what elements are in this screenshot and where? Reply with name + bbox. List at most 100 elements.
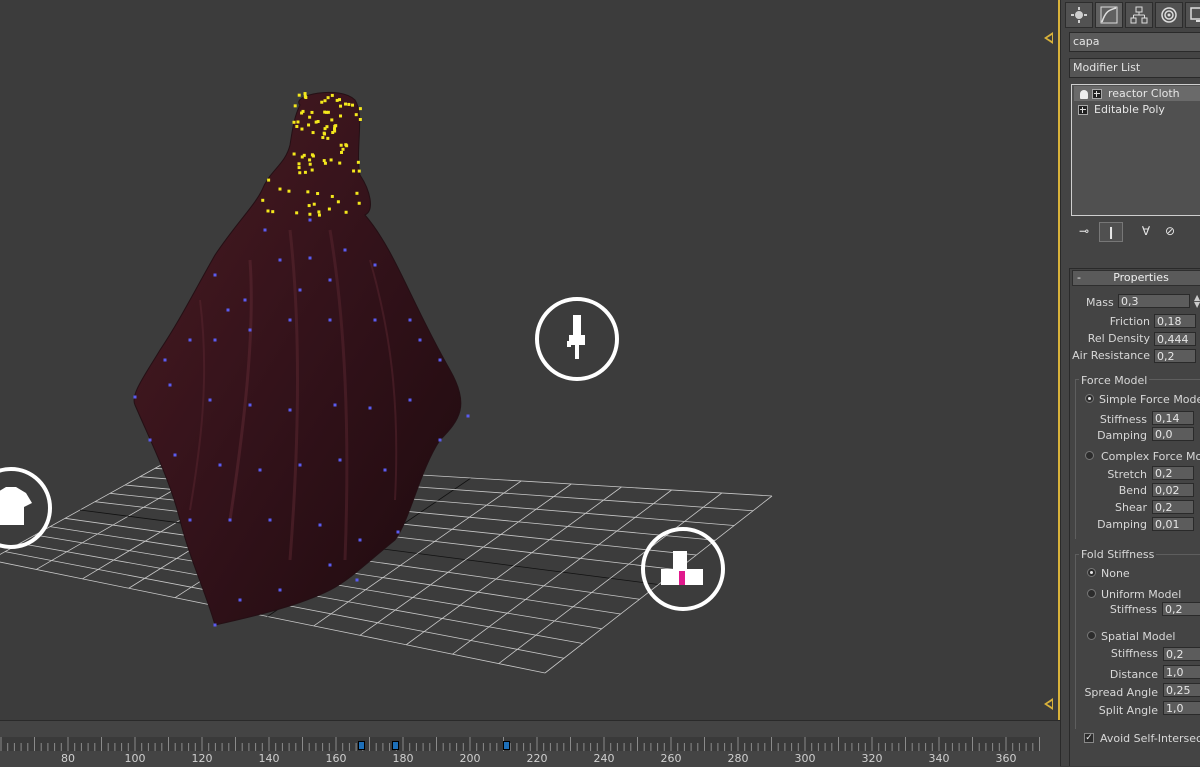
command-panel: capa Modifier List reactor Cloth Editabl…	[1060, 0, 1200, 766]
tab-create[interactable]	[1065, 2, 1093, 28]
bend-label: Bend	[1118, 484, 1147, 497]
distance-label: Distance	[1109, 668, 1158, 681]
tab-motion[interactable]	[1155, 2, 1183, 28]
timeline-label: 240	[593, 752, 615, 765]
mass-label: Mass	[1086, 296, 1114, 309]
stack-item-editable-poly[interactable]: Editable Poly	[1074, 102, 1165, 117]
command-panel-tabs	[1065, 2, 1200, 28]
timeline-ticks	[0, 737, 1040, 751]
split-angle-field[interactable]: 1,0	[1163, 701, 1200, 715]
force-model-title: Force Model	[1079, 374, 1150, 387]
spatial-stiffness-field[interactable]: 0,2	[1163, 647, 1200, 661]
friction-field[interactable]: 0,18	[1154, 314, 1196, 328]
timeline-label: 160	[325, 752, 347, 765]
complex-force-model-radio[interactable]	[1085, 451, 1094, 460]
spatial-model-radio[interactable]	[1087, 631, 1096, 640]
spatial-stiffness-label: Stiffness	[1110, 647, 1158, 660]
stack-item-reactor-cloth[interactable]: reactor Cloth	[1074, 86, 1200, 101]
modifier-stack: reactor Cloth Editable Poly	[1071, 84, 1200, 216]
properties-rollout: - Properties Mass 0,3 ▲ ▼ Friction 0,18 R…	[1069, 268, 1200, 766]
timeline-label: 220	[526, 752, 548, 765]
stack-item-label: reactor Cloth	[1108, 87, 1180, 100]
air-resistance-field[interactable]: 0,2	[1154, 349, 1196, 363]
simple-force-model-radio[interactable]	[1085, 394, 1094, 403]
split-angle-label: Split Angle	[1098, 704, 1158, 717]
motion-icon	[1161, 7, 1177, 23]
timeline-label: 300	[794, 752, 816, 765]
pin-stack-icon[interactable]: ⊸	[1073, 222, 1095, 240]
spatial-model-label[interactable]: Spatial Model	[1101, 630, 1175, 643]
fold-none-radio[interactable]	[1087, 568, 1096, 577]
hierarchy-icon	[1130, 6, 1148, 24]
track-bar[interactable]: 80 100 120 140 160 180 200 220 240 260 280 300 320 34…	[0, 720, 1060, 767]
stack-toolbar: ⊸ ❙ ∀ ⊘	[1073, 222, 1200, 242]
air-resistance-label: Air Resistance	[1072, 349, 1150, 362]
expand-icon[interactable]	[1078, 105, 1088, 115]
damping-field[interactable]: 0,0	[1152, 427, 1194, 441]
spread-angle-field[interactable]: 0,25	[1163, 683, 1200, 697]
stiffness-field[interactable]: 0,14	[1152, 411, 1194, 425]
tab-display[interactable]	[1185, 2, 1200, 28]
object-name-field[interactable]: capa	[1069, 32, 1200, 52]
timeline-label: 180	[392, 752, 414, 765]
uniform-model-label[interactable]: Uniform Model	[1101, 588, 1181, 601]
fold-none-label[interactable]: None	[1101, 567, 1130, 580]
make-unique-icon[interactable]: ∀	[1135, 222, 1157, 240]
timeline-label: 200	[459, 752, 481, 765]
timeline-label: 260	[660, 752, 682, 765]
rigid-body-collection-icon[interactable]	[641, 527, 725, 611]
mass-field[interactable]: 0,3	[1118, 294, 1190, 308]
avoid-self-intersections-checkbox[interactable]: ✓	[1084, 733, 1094, 743]
rel-density-label: Rel Density	[1087, 332, 1150, 345]
modifier-list-dropdown[interactable]: Modifier List	[1069, 58, 1200, 78]
timeline-label: 280	[727, 752, 749, 765]
constraint-helper-icon[interactable]	[535, 297, 619, 381]
stretch-label: Stretch	[1107, 468, 1147, 481]
uniform-stiffness-field[interactable]: 0,2	[1162, 602, 1200, 616]
display-monitor-icon	[1190, 7, 1200, 22]
keyframe-marker[interactable]	[503, 741, 510, 750]
tab-modify[interactable]	[1095, 2, 1123, 28]
stretch-field[interactable]: 0,2	[1152, 466, 1194, 480]
distance-field[interactable]: 1,0	[1163, 665, 1200, 679]
stiffness-label: Stiffness	[1099, 413, 1147, 426]
uniform-model-radio[interactable]	[1087, 589, 1096, 598]
expand-icon[interactable]	[1092, 89, 1102, 99]
simple-force-model-label[interactable]: Simple Force Model	[1099, 393, 1200, 406]
blocks-icon	[661, 551, 703, 585]
timeline-label: 360	[995, 752, 1017, 765]
lightbulb-icon[interactable]	[1080, 89, 1088, 99]
modify-curve-icon	[1100, 6, 1118, 24]
rollout-title: Properties	[1113, 271, 1169, 284]
complex-damping-field[interactable]: 0,01	[1152, 517, 1194, 531]
tab-hierarchy[interactable]	[1125, 2, 1153, 28]
viewport-resize-arrow-bottom[interactable]	[1044, 698, 1053, 710]
show-end-result-icon[interactable]: ❙	[1099, 222, 1123, 242]
keyframe-marker[interactable]	[358, 741, 365, 750]
force-model-group-left	[1075, 379, 1076, 539]
timeline-label: 120	[191, 752, 213, 765]
perspective-viewport[interactable]	[0, 0, 1058, 720]
viewport-resize-arrow-top[interactable]	[1044, 32, 1053, 44]
avoid-self-intersections-label[interactable]: Avoid Self-Intersections	[1100, 732, 1200, 745]
spread-angle-label: Spread Angle	[1084, 686, 1158, 699]
fold-stiffness-title: Fold Stiffness	[1079, 548, 1157, 561]
complex-damping-label: Damping	[1097, 518, 1147, 531]
bend-field[interactable]: 0,02	[1152, 483, 1194, 497]
remove-modifier-icon[interactable]: ⊘	[1159, 222, 1181, 240]
shear-field[interactable]: 0,2	[1152, 500, 1194, 514]
cloth-helper-icon[interactable]	[0, 467, 52, 549]
mass-spinner[interactable]: ▲ ▼	[1194, 294, 1200, 309]
complex-force-model-label[interactable]: Complex Force Model	[1101, 450, 1200, 463]
keyframe-marker[interactable]	[392, 741, 399, 750]
properties-rollout-header[interactable]: - Properties	[1072, 270, 1200, 286]
tshirt-icon	[0, 487, 32, 525]
timeline-label: 140	[258, 752, 280, 765]
rel-density-field[interactable]: 0,444	[1154, 332, 1196, 346]
damping-label: Damping	[1097, 429, 1147, 442]
timeline-label: 80	[61, 752, 75, 765]
cloth-cape-mesh	[133, 91, 462, 626]
uniform-stiffness-label: Stiffness	[1109, 603, 1157, 616]
attach-icon	[567, 315, 585, 359]
friction-label: Friction	[1109, 315, 1150, 328]
